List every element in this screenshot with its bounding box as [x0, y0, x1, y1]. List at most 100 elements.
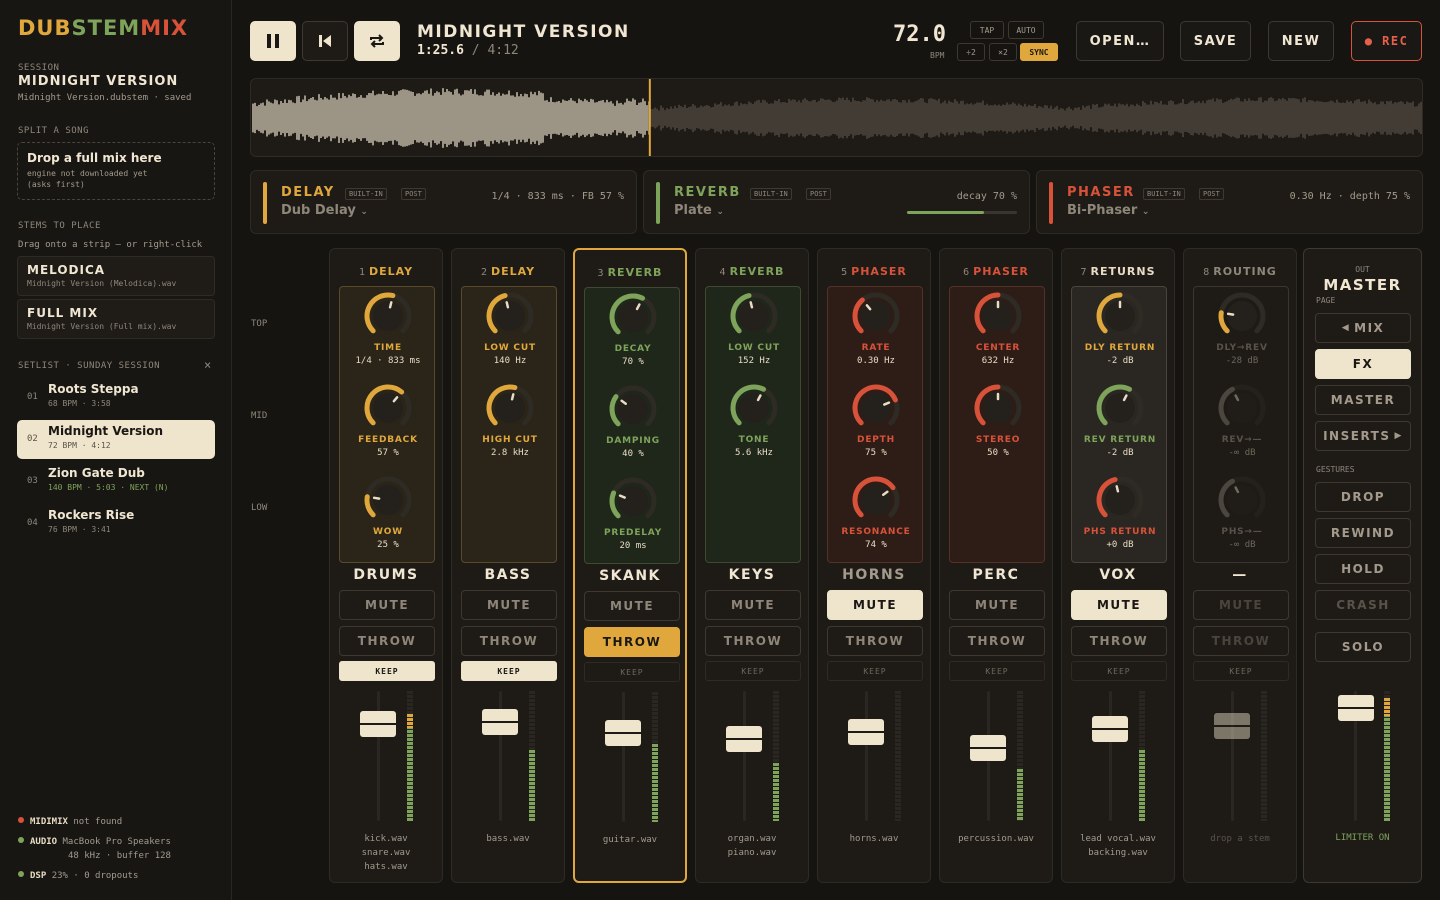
keep-button[interactable]: KEEP [705, 661, 801, 681]
setlist-item[interactable]: 01 Roots Steppa 68 BPM · 3:58 [17, 378, 215, 417]
sync-button[interactable]: SYNC [1020, 43, 1058, 61]
fx-knob[interactable]: DLY RETURN -2 dB [1072, 291, 1168, 366]
fx-preset-select[interactable]: Plate ⌄ [674, 203, 724, 218]
mute-button[interactable]: MUTE [1193, 590, 1289, 620]
mute-button[interactable]: MUTE [339, 590, 435, 620]
fx-preset-select[interactable]: Bi-Phaser ⌄ [1067, 203, 1149, 218]
throw-button[interactable]: THROW [705, 626, 801, 656]
throw-button[interactable]: THROW [827, 626, 923, 656]
fx-knob[interactable]: REV→— -∞ dB [1194, 383, 1290, 458]
page-master-button[interactable]: MASTER [1315, 385, 1411, 415]
playhead[interactable] [648, 79, 651, 157]
throw-button[interactable]: THROW [461, 626, 557, 656]
keep-button[interactable]: KEEP [949, 661, 1045, 681]
fx-knob[interactable]: HIGH CUT 2.8 kHz [462, 383, 558, 458]
setlist-item-active[interactable]: 02 Midnight Version 72 BPM · 4:12 [17, 420, 215, 459]
throw-button[interactable]: THROW [1193, 626, 1289, 656]
fx-slot-delay[interactable]: DELAY BUILT-IN POST Dub Delay ⌄ 1/4 · 83… [250, 170, 637, 234]
setlist-item[interactable]: 04 Rockers Rise 76 BPM · 3:41 [17, 504, 215, 543]
channel-fader[interactable] [605, 720, 641, 746]
fx-knob[interactable]: PHS→— -∞ dB [1194, 475, 1290, 550]
solo-button[interactable]: SOLO [1315, 632, 1411, 662]
page-inserts-button[interactable]: INSERTS ▶ [1315, 421, 1411, 451]
save-button[interactable]: SAVE [1180, 21, 1251, 61]
channel-strip[interactable]: 6 PHASER CENTER 632 Hz STEREO 50 % PERC MUTE T… [939, 248, 1053, 883]
fx-knob[interactable]: DECAY 70 % [585, 292, 681, 367]
mute-button[interactable]: MUTE [584, 591, 680, 621]
setlist-item[interactable]: 03 Zion Gate Dub 140 BPM · 5:03 · NEXT (… [17, 462, 215, 501]
stem-card[interactable]: MELODICA Midnight Version (Melodica).wav [17, 256, 215, 296]
fx-knob[interactable]: STEREO 50 % [950, 383, 1046, 458]
keep-button[interactable]: KEEP [1071, 661, 1167, 681]
keep-button[interactable]: KEEP [1193, 661, 1289, 681]
throw-button[interactable]: THROW [339, 626, 435, 656]
keep-button[interactable]: KEEP [584, 662, 680, 682]
fx-knob[interactable]: TONE 5.6 kHz [706, 383, 802, 458]
double-tempo-button[interactable]: ×2 [989, 43, 1017, 61]
record-button[interactable]: ● REC [1351, 21, 1422, 61]
channel-fader[interactable] [360, 711, 396, 737]
master-fader[interactable] [1338, 695, 1374, 721]
channel-strip[interactable]: 1 DELAY TIME 1/4 · 833 ms FEEDBACK 57 % WOW… [329, 248, 443, 883]
mute-button[interactable]: MUTE [461, 590, 557, 620]
mute-button[interactable]: MUTE [827, 590, 923, 620]
channel-fader[interactable] [1214, 713, 1250, 739]
fx-level-slider[interactable] [907, 211, 1017, 214]
mute-button[interactable]: MUTE [1071, 590, 1167, 620]
close-icon[interactable]: × [204, 358, 211, 372]
fx-preset-select[interactable]: Dub Delay ⌄ [281, 203, 368, 218]
channel-strip[interactable]: 8 ROUTING DLY→REV -28 dB REV→— -∞ dB PHS→— -… [1183, 248, 1297, 883]
fx-slot-reverb[interactable]: REVERB BUILT-IN POST Plate ⌄ decay 70 % [643, 170, 1030, 234]
page-fx-button[interactable]: FX [1315, 349, 1411, 379]
channel-strip[interactable]: 5 PHASER RATE 0.30 Hz DEPTH 75 % RESONANCE 7… [817, 248, 931, 883]
fx-knob[interactable]: LOW CUT 140 Hz [462, 291, 558, 366]
throw-button[interactable]: THROW [584, 627, 680, 657]
channel-strip[interactable]: 3 REVERB DECAY 70 % DAMPING 40 % PREDELAY 20… [573, 248, 687, 883]
keep-button[interactable]: KEEP [461, 661, 557, 681]
fx-knob[interactable]: RATE 0.30 Hz [828, 291, 924, 366]
channel-strip[interactable]: 2 DELAY LOW CUT 140 Hz HIGH CUT 2.8 kHz BASS… [451, 248, 565, 883]
channel-fader[interactable] [482, 709, 518, 735]
mute-button[interactable]: MUTE [705, 590, 801, 620]
fx-knob[interactable]: DAMPING 40 % [585, 384, 681, 459]
throw-button[interactable]: THROW [1071, 626, 1167, 656]
fx-slot-phaser[interactable]: PHASER BUILT-IN POST Bi-Phaser ⌄ 0.30 Hz… [1036, 170, 1423, 234]
channel-strip[interactable]: 7 RETURNS DLY RETURN -2 dB REV RETURN -2 dB… [1061, 248, 1175, 883]
hold-button[interactable]: HOLD [1315, 554, 1411, 584]
half-tempo-button[interactable]: ÷2 [957, 43, 985, 61]
crash-button[interactable]: CRASH [1315, 590, 1411, 620]
channel-fader[interactable] [970, 735, 1006, 761]
fx-knob[interactable]: WOW 25 % [340, 475, 436, 550]
stem-card[interactable]: FULL MIX Midnight Version (Full mix).wav [17, 299, 215, 339]
fx-knob[interactable]: PHS RETURN +0 dB [1072, 475, 1168, 550]
mix-dropzone[interactable]: Drop a full mix here engine not download… [17, 142, 215, 200]
pause-button[interactable] [250, 21, 296, 61]
throw-button[interactable]: THROW [949, 626, 1045, 656]
fx-knob[interactable]: REV RETURN -2 dB [1072, 383, 1168, 458]
channel-fader[interactable] [726, 726, 762, 752]
channel-strip[interactable]: 4 REVERB LOW CUT 152 Hz TONE 5.6 kHz KEYS MUT… [695, 248, 809, 883]
fx-knob[interactable]: DLY→REV -28 dB [1194, 291, 1290, 366]
tap-button[interactable]: TAP [970, 21, 1004, 39]
fx-knob[interactable]: DEPTH 75 % [828, 383, 924, 458]
keep-button[interactable]: KEEP [827, 661, 923, 681]
open-button[interactable]: OPEN… [1076, 21, 1164, 61]
keep-button[interactable]: KEEP [339, 661, 435, 681]
rewind-gesture-button[interactable]: REWIND [1315, 518, 1411, 548]
drop-button[interactable]: DROP [1315, 482, 1411, 512]
fx-knob[interactable]: TIME 1/4 · 833 ms [340, 291, 436, 366]
page-mix-button[interactable]: ◀ MIX [1315, 313, 1411, 343]
channel-fader[interactable] [1092, 716, 1128, 742]
channel-fader[interactable] [848, 719, 884, 745]
fx-knob[interactable]: RESONANCE 74 % [828, 475, 924, 550]
waveform[interactable] [250, 78, 1423, 157]
mute-button[interactable]: MUTE [949, 590, 1045, 620]
new-button[interactable]: NEW [1268, 21, 1334, 61]
auto-button[interactable]: AUTO [1008, 21, 1044, 39]
fx-knob[interactable]: PREDELAY 20 ms [585, 476, 681, 551]
rewind-button[interactable] [302, 21, 348, 61]
loop-button[interactable] [354, 21, 400, 61]
fx-knob[interactable]: LOW CUT 152 Hz [706, 291, 802, 366]
fx-knob[interactable]: CENTER 632 Hz [950, 291, 1046, 366]
fx-knob[interactable]: FEEDBACK 57 % [340, 383, 436, 458]
